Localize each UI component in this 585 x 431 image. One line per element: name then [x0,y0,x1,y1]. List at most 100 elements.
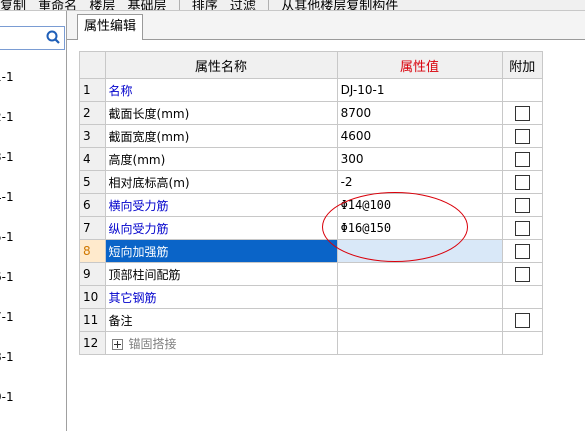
toolbar-divider [268,0,270,10]
property-value-cell[interactable] [336,331,503,355]
property-name-cell[interactable]: 短向加强筋 [104,239,338,263]
property-name-cell[interactable]: 横向受力筋 [104,193,338,217]
row-number: 8 [79,239,106,263]
table-row[interactable]: 11 备注 [79,308,544,332]
floor-select[interactable]: 基础层 [127,0,166,10]
table-row[interactable]: 7 纵向受力筋 Φ16@150 [79,216,544,240]
table-row[interactable]: 6 横向受力筋 Φ14@100 [79,193,544,217]
property-value-cell[interactable]: DJ-10-1 [336,78,503,102]
property-value-cell[interactable]: -2 [336,170,503,194]
property-value-cell[interactable]: 8700 [336,101,503,125]
property-name-cell[interactable]: 截面宽度(mm) [104,124,338,148]
list-item[interactable]: 3-1 [0,137,66,177]
table-row[interactable]: 12 锚固搭接 [79,331,544,355]
property-name-cell[interactable]: 相对底标高(m) [104,170,338,194]
search-icon[interactable] [45,29,61,45]
toolbar: 复制 重命名 楼层 基础层 排序 过滤 从其他楼层复制构件 [0,0,585,11]
property-name-label: 纵向受力筋 [108,221,169,236]
attach-checkbox[interactable] [514,312,530,328]
attach-checkbox[interactable] [514,220,530,236]
property-value-cell[interactable]: 300 [336,147,503,171]
attach-cell [501,285,544,309]
property-name-cell[interactable]: 名称 [104,78,338,102]
attach-cell [501,331,544,355]
attach-cell [501,239,544,263]
search-input[interactable] [0,27,44,47]
property-value-header: 属性值 [336,51,503,79]
property-value-cell[interactable]: 4600 [336,124,503,148]
expand-icon[interactable] [111,338,123,350]
table-row[interactable]: 10 其它钢筋 [79,285,544,309]
component-list: 1-1 2-1 3-1 4-1 5-1 6-1 7-1 8-1 9-1 [0,57,66,417]
list-item[interactable]: 7-1 [0,297,66,337]
row-number: 9 [79,262,106,286]
property-value-cell[interactable] [336,308,503,332]
attach-cell [501,170,544,194]
property-name-label: 高度(mm) [108,152,166,167]
property-value-cell[interactable] [336,239,503,263]
attach-checkbox[interactable] [514,105,530,121]
table-row[interactable]: 5 相对底标高(m) -2 [79,170,544,194]
row-number: 11 [79,308,106,332]
row-number: 4 [79,147,106,171]
row-number: 7 [79,216,106,240]
property-name-label: 短向加强筋 [108,244,169,259]
attach-checkbox[interactable] [514,197,530,213]
tab-strip: 属性编辑 [67,11,585,40]
list-item[interactable]: 8-1 [0,337,66,377]
property-name-label: 截面宽度(mm) [108,129,190,144]
attach-cell [501,78,544,102]
property-name-cell[interactable]: 其它钢筋 [104,285,338,309]
sort-button[interactable]: 排序 [192,0,218,10]
property-name-cell[interactable]: 顶部柱间配筋 [104,262,338,286]
property-name-label: 顶部柱间配筋 [108,267,181,282]
property-value-cell[interactable]: Φ16@150 [336,216,503,240]
attach-header: 附加 [501,51,544,79]
list-item[interactable]: 4-1 [0,177,66,217]
attach-checkbox[interactable] [514,128,530,144]
attach-cell [501,308,544,332]
attach-checkbox[interactable] [514,151,530,167]
row-number: 10 [79,285,106,309]
list-item[interactable]: 5-1 [0,217,66,257]
property-value-cell[interactable] [336,285,503,309]
property-value-cell[interactable] [336,262,503,286]
grid-body: 1 名称 DJ-10-1 2 截面长度(mm) 8700 3 截面宽度(mm) 4600 4 高度(… [79,78,544,355]
table-row[interactable]: 3 截面宽度(mm) 4600 [79,124,544,148]
property-value-cell[interactable]: Φ14@100 [336,193,503,217]
list-item[interactable]: 1-1 [0,57,66,97]
property-name-label: 锚固搭接 [128,336,177,351]
row-number: 6 [79,193,106,217]
attach-cell [501,193,544,217]
list-item[interactable]: 9-1 [0,377,66,417]
table-row[interactable]: 2 截面长度(mm) 8700 [79,101,544,125]
copy-from-floor-button[interactable]: 从其他楼层复制构件 [281,0,398,10]
property-name-cell[interactable]: 高度(mm) [104,147,338,171]
attach-cell [501,216,544,240]
table-row[interactable]: 1 名称 DJ-10-1 [79,78,544,102]
list-item[interactable]: 6-1 [0,257,66,297]
row-number: 12 [79,331,106,355]
table-row[interactable]: 8 短向加强筋 [79,239,544,263]
property-panel: 属性编辑 属性名称 属性值 附加 1 名称 DJ-10-1 2 截面长度(mm) 8700… [67,11,585,431]
table-row[interactable]: 4 高度(mm) 300 [79,147,544,171]
table-row[interactable]: 9 顶部柱间配筋 [79,262,544,286]
filter-button[interactable]: 过滤 [230,0,256,10]
row-number: 3 [79,124,106,148]
attach-checkbox[interactable] [514,243,530,259]
row-number: 1 [79,78,106,102]
property-name-cell[interactable]: 截面长度(mm) [104,101,338,125]
rename-button[interactable]: 重命名 [38,0,77,10]
list-item[interactable]: 2-1 [0,97,66,137]
property-name-cell[interactable]: 备注 [104,308,338,332]
tab-property-edit[interactable]: 属性编辑 [77,14,144,40]
component-list-panel: 1-1 2-1 3-1 4-1 5-1 6-1 7-1 8-1 9-1 [0,11,67,431]
attach-checkbox[interactable] [514,174,530,190]
property-name-cell[interactable]: 纵向受力筋 [104,216,338,240]
attach-checkbox[interactable] [514,266,530,282]
property-name-cell[interactable]: 锚固搭接 [104,331,338,355]
property-name-header: 属性名称 [104,51,338,79]
copy-button[interactable]: 复制 [0,0,26,10]
row-number: 5 [79,170,106,194]
property-grid: 属性名称 属性值 附加 1 名称 DJ-10-1 2 截面长度(mm) 8700 3 截面宽度… [79,51,544,355]
